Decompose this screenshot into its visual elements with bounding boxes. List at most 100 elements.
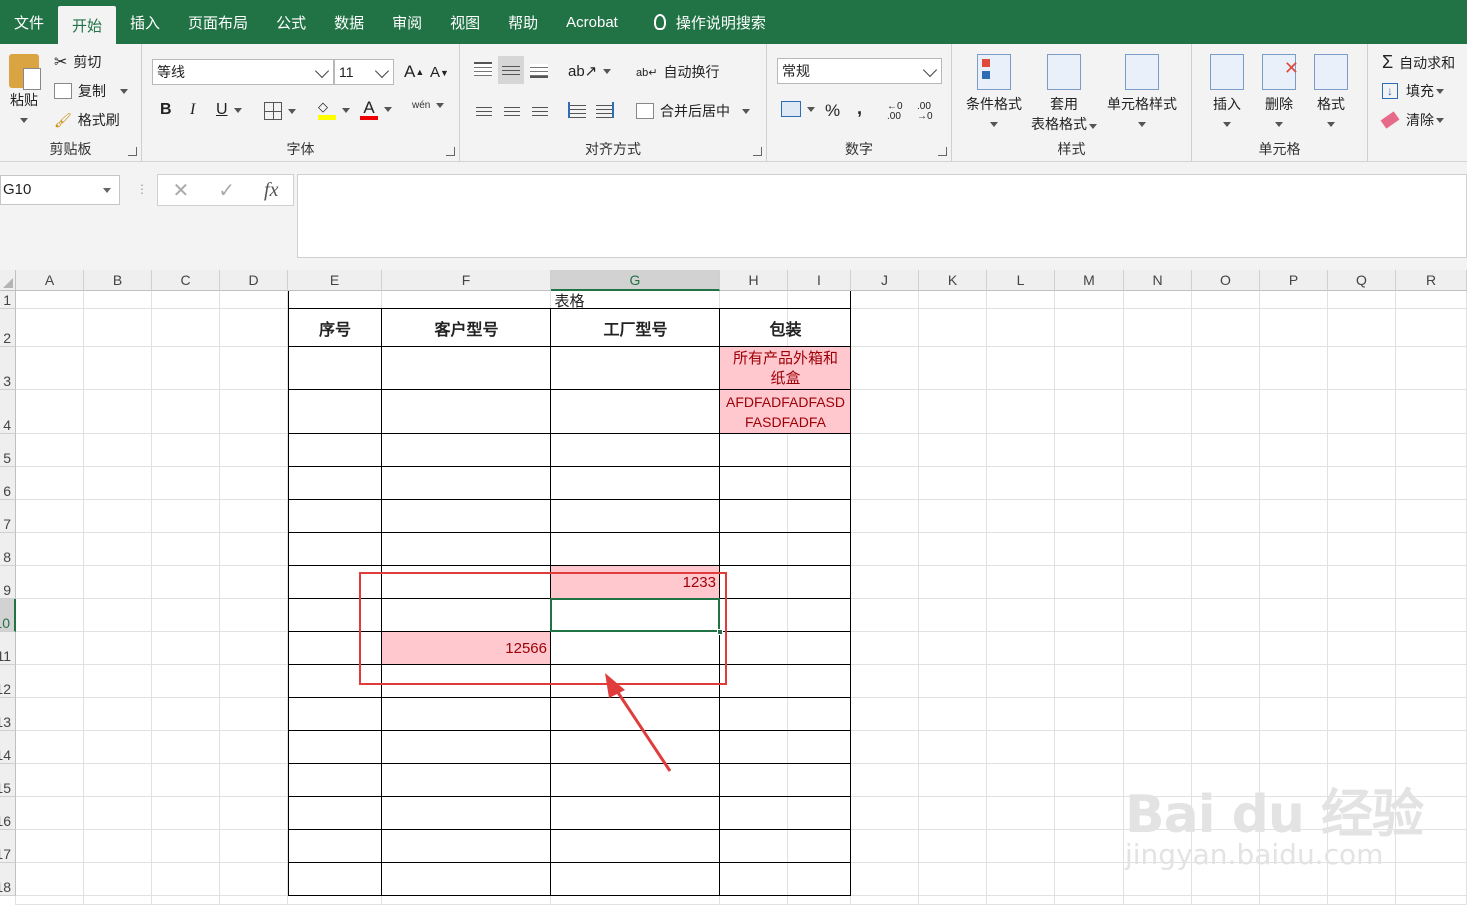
alignment-launcher-icon[interactable] [753,147,762,156]
row-header-13[interactable]: 13 [0,698,16,731]
number-launcher-icon[interactable] [938,147,947,156]
column-header-l[interactable]: L [987,270,1055,291]
grow-font-button[interactable]: A ▲ [404,62,424,82]
tab-help[interactable]: 帮助 [494,0,552,44]
cancel-icon[interactable]: ✕ [173,178,190,203]
decrease-decimal-button[interactable]: .00 →0 [917,102,943,122]
tab-data[interactable]: 数据 [320,0,378,44]
row-header-11[interactable]: 11 [0,632,16,665]
column-header-a[interactable]: A [16,270,84,291]
enter-icon[interactable]: ✓ [218,178,235,203]
increase-indent-button[interactable] [596,102,614,118]
align-center-button[interactable] [504,104,520,116]
italic-button[interactable]: I [190,101,195,119]
phonetic-button[interactable]: wén [412,100,445,111]
tab-acrobat[interactable]: Acrobat [552,0,632,44]
row-header-2[interactable]: 2 [0,309,16,347]
increase-decimal-button[interactable]: ←0 .00 [887,102,913,122]
comma-button[interactable]: , [857,98,862,119]
tab-file[interactable]: 文件 [0,0,58,44]
fill-button[interactable]: ↓ 填充 [1382,81,1444,101]
orientation-button[interactable]: ab↗ [568,62,612,80]
cut-button[interactable]: ✂ 剪切 [54,52,101,72]
font-name-select[interactable]: 等线 [152,59,334,85]
clipboard-launcher-icon[interactable] [128,147,137,156]
align-bottom-button[interactable] [530,64,548,78]
name-box[interactable]: G10 [0,175,120,205]
autosum-button[interactable]: Σ 自动求和 [1382,52,1455,73]
tab-page-layout[interactable]: 页面布局 [174,0,262,44]
column-header-h[interactable]: H [720,270,788,291]
column-header-p[interactable]: P [1260,270,1328,291]
bold-button[interactable]: B [160,101,172,119]
column-header-k[interactable]: K [919,270,987,291]
merge-center-button[interactable]: 合并后居中 [636,101,750,121]
align-middle-button[interactable] [498,56,524,84]
tab-view[interactable]: 视图 [436,0,494,44]
column-header-d[interactable]: D [220,270,288,291]
row-header-15[interactable]: 15 [0,764,16,797]
row-header-16[interactable]: 16 [0,797,16,830]
column-header-g[interactable]: G [551,270,720,291]
row-header-5[interactable]: 5 [0,434,16,467]
row-header-12[interactable]: 12 [0,665,16,698]
column-header-j[interactable]: J [851,270,919,291]
formula-input[interactable] [297,174,1467,258]
insert-function-icon[interactable]: fx [264,179,278,202]
align-top-button[interactable] [474,62,492,76]
tab-insert[interactable]: 插入 [116,0,174,44]
row-header-18[interactable]: 18 [0,863,16,896]
paste-button[interactable]: 粘贴 [4,54,44,126]
fill-color-button[interactable]: ◇ [318,100,350,120]
row-header-10[interactable]: 10 [0,599,16,632]
drag-handle-icon[interactable]: ⋮ [136,182,148,196]
column-header-m[interactable]: M [1055,270,1124,291]
tab-formulas[interactable]: 公式 [262,0,320,44]
column-header-n[interactable]: N [1124,270,1192,291]
row-header-9[interactable]: 9 [0,566,16,599]
shrink-font-button[interactable]: A ▼ [430,64,449,81]
cell-styles-button[interactable]: 单元格样式 [1102,54,1182,130]
number-format-select[interactable]: 常规 [777,58,942,84]
row-header-4[interactable]: 4 [0,390,16,434]
font-launcher-icon[interactable] [446,147,455,156]
clear-button[interactable]: 清除 [1380,110,1444,130]
insert-cells-button[interactable]: 插入 [1204,54,1250,130]
column-header-o[interactable]: O [1192,270,1260,291]
row-header-14[interactable]: 14 [0,731,16,764]
tab-review[interactable]: 审阅 [378,0,436,44]
column-header-b[interactable]: B [84,270,152,291]
column-header-e[interactable]: E [288,270,382,291]
select-all-corner[interactable] [0,270,16,291]
delete-cells-button[interactable]: ✕ 删除 [1256,54,1302,130]
column-header-f[interactable]: F [382,270,551,291]
tell-me-search[interactable]: 操作说明搜索 [640,0,780,44]
underline-button[interactable]: U [216,101,242,119]
cells-group-label: 单元格 [1258,141,1301,157]
borders-button[interactable] [264,102,296,120]
row-header-8[interactable]: 8 [0,533,16,566]
column-header-q[interactable]: Q [1328,270,1396,291]
font-color-button[interactable]: A [360,99,392,120]
wrap-text-button[interactable]: ab↵ 自动换行 [636,62,719,82]
align-right-button[interactable] [532,104,548,116]
format-cells-button[interactable]: 格式 [1308,54,1354,130]
percent-button[interactable]: % [825,101,840,121]
font-size-select[interactable]: 11 [334,59,394,85]
column-header-i[interactable]: I [788,270,851,291]
format-painter-button[interactable]: 🖌 格式刷 [54,110,120,130]
row-header-1[interactable]: 1 [0,291,16,309]
decrease-indent-button[interactable] [568,102,586,118]
format-as-table-button[interactable]: 套用 表格格式 [1028,54,1100,134]
row-header-7[interactable]: 7 [0,500,16,533]
currency-button[interactable] [781,101,815,117]
conditional-format-button[interactable]: 条件格式 [962,54,1026,130]
row-header-6[interactable]: 6 [0,467,16,500]
column-header-c[interactable]: C [152,270,220,291]
align-left-button[interactable] [476,104,492,116]
column-header-r[interactable]: R [1396,270,1467,291]
row-header-3[interactable]: 3 [0,347,16,390]
copy-button[interactable]: 复制 [54,81,128,101]
tab-home[interactable]: 开始 [58,6,117,44]
row-header-17[interactable]: 17 [0,830,16,863]
